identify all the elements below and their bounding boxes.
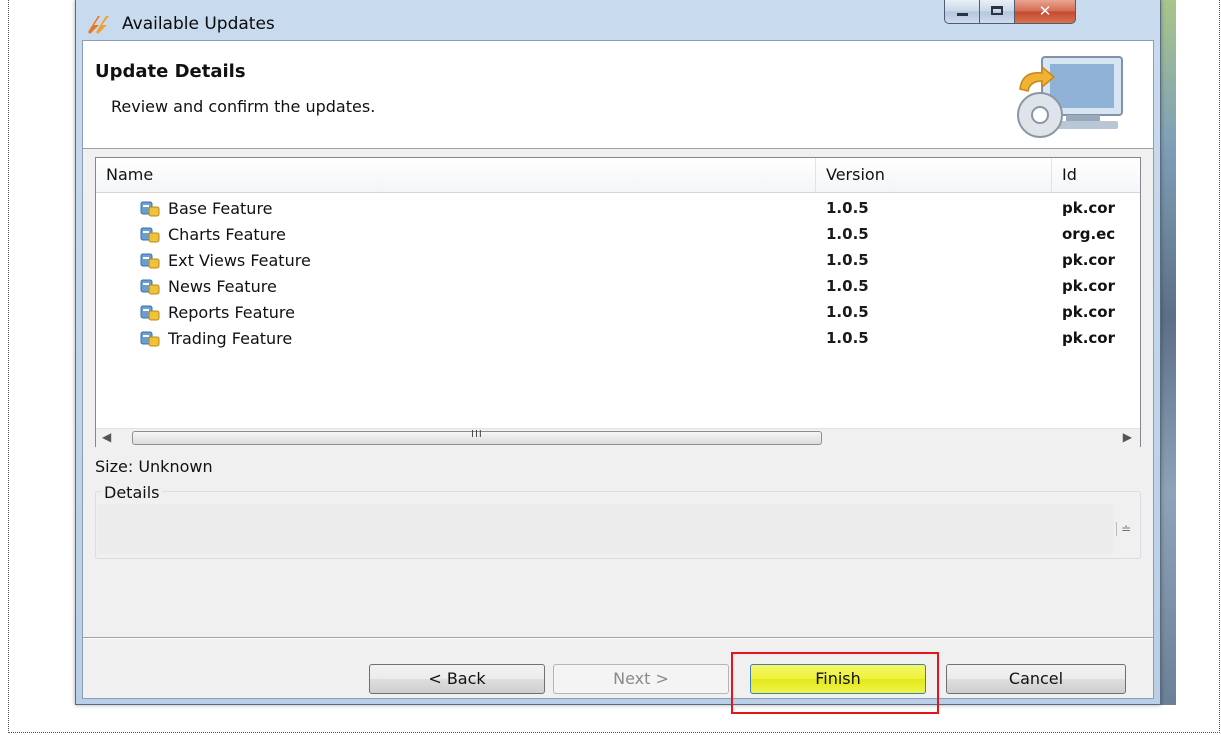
table-row[interactable]: Base Feature 1.0.5 pk.cor [96,196,1140,222]
table-header: Name Version Id [96,158,1140,193]
scroll-right-icon[interactable]: ▶ [1123,430,1132,444]
details-scroll-icon[interactable]: ≐ [1116,522,1131,536]
eclipse-lightning-icon [88,16,109,34]
details-group: ≐ [95,491,1141,559]
feature-version: 1.0.5 [826,277,869,295]
feature-version: 1.0.5 [826,303,869,321]
cancel-button[interactable]: Cancel [946,664,1126,694]
table-row[interactable]: Charts Feature 1.0.5 org.ec [96,222,1140,248]
feature-id: org.ec [1062,225,1116,243]
scrollbar-grip-icon: III [471,429,483,440]
feature-plugin-icon [140,305,160,321]
page-description: Review and confirm the updates. [111,97,376,116]
feature-plugin-icon [140,253,160,269]
finish-button[interactable]: Finish [750,664,926,694]
computer-cd-update-icon [1017,56,1123,138]
updates-table: Name Version Id Base Feature 1.0.5 pk.co… [95,157,1141,448]
page-title: Update Details [95,61,246,82]
feature-version: 1.0.5 [826,225,869,243]
feature-id: pk.cor [1062,199,1116,217]
scroll-left-icon[interactable]: ◀ [102,430,111,444]
feature-id: pk.cor [1062,329,1116,347]
window-title: Available Updates [122,14,275,34]
size-label: Size: Unknown [95,457,213,476]
minimize-icon [957,13,968,16]
feature-version: 1.0.5 [826,329,869,347]
feature-name: News Feature [168,277,277,296]
feature-name: Base Feature [168,199,273,218]
feature-id: pk.cor [1062,277,1116,295]
close-button[interactable]: ✕ [1014,0,1076,24]
feature-name: Ext Views Feature [168,251,311,270]
details-textarea[interactable] [98,504,1114,554]
feature-plugin-icon [140,201,160,217]
feature-id: pk.cor [1062,303,1116,321]
feature-version: 1.0.5 [826,199,869,217]
maximize-button[interactable] [979,0,1015,24]
table-row[interactable]: Reports Feature 1.0.5 pk.cor [96,300,1140,326]
feature-id: pk.cor [1062,251,1116,269]
footer-separator [83,637,1153,639]
minimize-button[interactable] [944,0,980,24]
feature-version: 1.0.5 [826,251,869,269]
feature-plugin-icon [140,279,160,295]
feature-plugin-icon [140,227,160,243]
details-legend: Details [101,483,163,502]
next-button[interactable]: Next > [553,664,729,694]
column-header-name[interactable]: Name [96,158,816,192]
column-header-id[interactable]: Id [1052,158,1142,192]
horizontal-scrollbar[interactable]: ◀ III ▶ [96,428,1140,448]
table-row[interactable]: Trading Feature 1.0.5 pk.cor [96,326,1140,352]
feature-name: Charts Feature [168,225,286,244]
maximize-icon [991,6,1003,15]
scrollbar-thumb[interactable]: III [132,429,822,445]
feature-name: Trading Feature [168,329,293,348]
close-icon: ✕ [1038,2,1052,20]
dialog-content: Update Details Review and confirm the up… [82,40,1154,714]
feature-plugin-icon [140,331,160,347]
table-row[interactable]: Ext Views Feature 1.0.5 pk.cor [96,248,1140,274]
feature-name: Reports Feature [168,303,295,322]
available-updates-dialog: Available Updates ✕ Update Details Revie… [75,0,1161,714]
title-bar[interactable]: Available Updates ✕ [76,0,1160,40]
table-row[interactable]: News Feature 1.0.5 pk.cor [96,274,1140,300]
column-header-version[interactable]: Version [816,158,1052,192]
back-button[interactable]: < Back [369,664,545,694]
header-banner: Update Details Review and confirm the up… [83,41,1153,149]
